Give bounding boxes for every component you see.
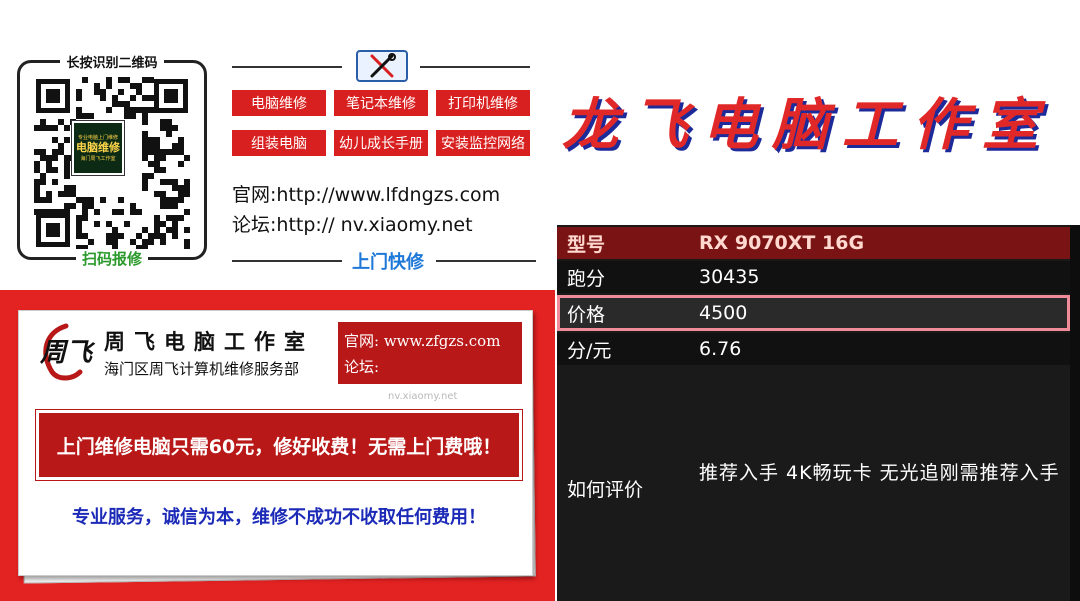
row-value: 30435: [699, 266, 760, 288]
row-key: 分/元: [567, 339, 612, 362]
shop-subtitle: 海门区周飞计算机维修服务部: [104, 360, 300, 378]
table-row-score: 跑分 30435: [557, 261, 1070, 293]
service-button-assemble-pc[interactable]: 组装电脑: [232, 130, 326, 156]
site-url[interactable]: http://www.lfdngzs.com: [276, 184, 500, 206]
divider-top-left: [232, 66, 342, 68]
service-button-printer-repair[interactable]: 打印机维修: [436, 90, 530, 116]
row-key: 价格: [567, 303, 606, 326]
contact-site-line: 官网: www.zfgzs.com: [344, 328, 516, 354]
service-button-growth-album[interactable]: 幼儿成长手册: [334, 130, 428, 156]
scan-label: 扫码报修: [75, 250, 148, 268]
qr-title: 长按识别二维码: [60, 56, 164, 71]
forum-url[interactable]: http:// nv.xiaomy.net: [276, 214, 472, 236]
forum-label: 论坛:: [232, 214, 277, 236]
row-key: 型号: [567, 233, 606, 256]
table-row-value-ratio: 分/元 6.76: [557, 333, 1070, 365]
evaluation-text: 推荐入手 4K畅玩卡 无光追刚需推荐入手: [699, 462, 1060, 484]
contact-box: 官网: www.zfgzs.com 论坛:: [338, 322, 522, 384]
contact-site-label: 官网:: [344, 332, 380, 350]
row-key: 跑分: [567, 267, 606, 290]
promo-main: 上门维修电脑只需60元，修好收费！无需上门费哦！: [35, 409, 523, 481]
gpu-spec-table: 型号 RX 9070XT 16G 跑分 30435 价格 4500 分/元 6.…: [557, 225, 1080, 601]
divider-bottom-left: [232, 260, 342, 262]
shop-title: 周飞电脑工作室: [104, 329, 314, 354]
studio-logo-text: 周飞: [40, 338, 93, 368]
ghost-forum-text: nv.xiaomy.net: [388, 391, 458, 402]
table-row-model: 型号 RX 9070XT 16G: [557, 227, 1070, 259]
service-button-pc-repair[interactable]: 电脑维修: [232, 90, 326, 116]
row-value: RX 9070XT 16G: [699, 232, 865, 254]
contact-forum-label: 论坛:: [344, 358, 380, 376]
tools-icon: [356, 50, 408, 82]
contact-site-url[interactable]: www.zfgzs.com: [384, 332, 501, 350]
table-edge: [1070, 225, 1080, 601]
table-row-price: 价格 4500: [557, 295, 1070, 331]
promo-sub: 专业服务，诚信为本，维修不成功不收取任何费用！: [72, 507, 486, 528]
site-label: 官网:: [232, 184, 277, 206]
qr-center-logo: 专业电脑上门维修 电脑维修 海门周飞工作室: [71, 120, 125, 176]
official-site-line: 官网:http://www.lfdngzs.com: [232, 180, 500, 207]
qr-code-card: 长按识别二维码 专业电脑上门维修 电脑维修 海门周飞工作室 扫码报修: [17, 56, 207, 268]
contact-forum-line: 论坛:: [344, 354, 516, 380]
visit-repair-label: 上门快修: [348, 248, 428, 274]
divider-bottom-right: [436, 260, 536, 262]
service-button-laptop-repair[interactable]: 笔记本维修: [334, 90, 428, 116]
row-value: 6.76: [699, 338, 742, 360]
studio-title: 龙飞电脑工作室: [562, 92, 1052, 158]
evaluation-label: 如何评价: [567, 479, 644, 501]
row-value: 4500: [699, 302, 748, 324]
divider-top-right: [420, 66, 530, 68]
service-button-install-cctv[interactable]: 安装监控网络: [436, 130, 530, 156]
forum-line: 论坛:http:// nv.xiaomy.net: [232, 210, 473, 237]
